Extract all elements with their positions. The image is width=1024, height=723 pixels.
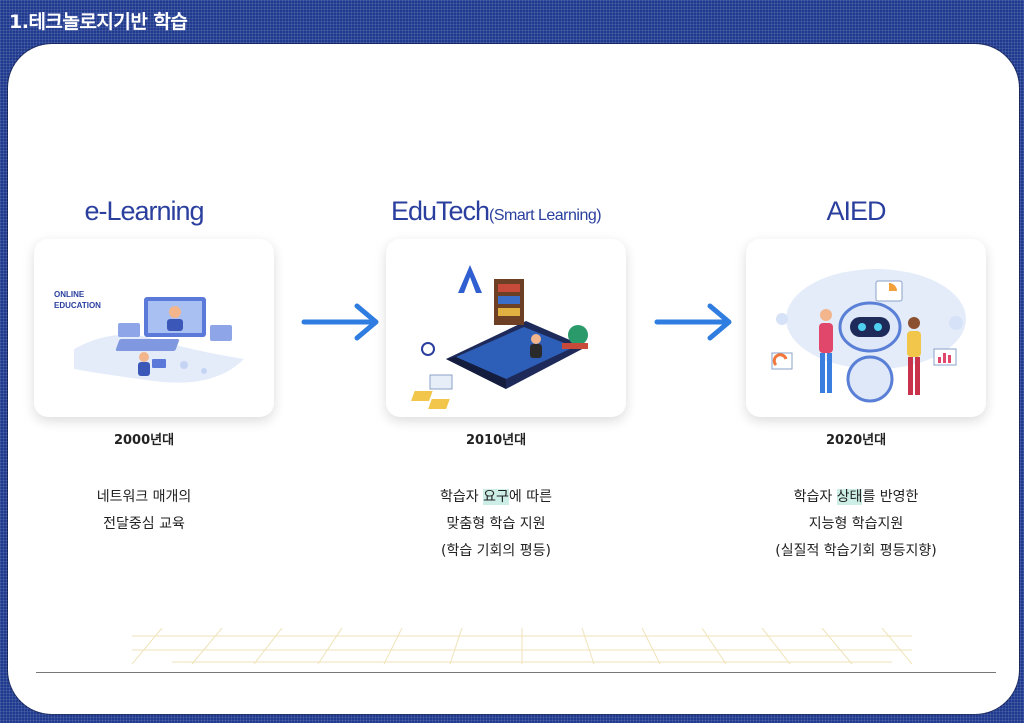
content-panel: e-Learning ONLINE EDUCATION 2000년대 네트워크 …: [8, 44, 1019, 714]
stage-description: 학습자 상태를 반영한 지능형 학습지원 (실질적 학습기회 평등지향): [775, 489, 937, 559]
arrow-right-icon: [654, 303, 732, 341]
aied-illustration-card: [746, 239, 986, 417]
online-education-label: ONLINE EDUCATION: [54, 290, 101, 310]
era-label: 2020년대: [825, 433, 887, 448]
online-education-illustration: [74, 297, 244, 383]
stage-heading: EduTech(Smart Learning): [390, 196, 602, 226]
divider-line: [36, 672, 996, 673]
edutech-illustration-card: [386, 239, 626, 417]
slide-title: 1.테크놀로지기반 학습: [9, 10, 188, 33]
stage-description: 네트워크 매개의 전달중심 교육: [96, 489, 192, 532]
smart-learning-illustration: [411, 265, 588, 409]
era-label: 2010년대: [465, 433, 527, 448]
stage-heading: e-Learning: [84, 196, 204, 226]
era-label: 2000년대: [113, 433, 175, 448]
title-bar: 1.테크놀로지기반 학습: [0, 0, 1024, 40]
arrow-right-icon: [301, 303, 379, 341]
floor-grid-decoration: [132, 628, 912, 665]
elearning-illustration-card: ONLINE EDUCATION: [34, 239, 274, 417]
stage-description: 학습자 요구에 따른 맞춤형 학습 지원 (학습 기회의 평등): [440, 489, 552, 559]
ai-robot-illustration: [771, 269, 966, 403]
stage-heading: AIED: [826, 196, 886, 226]
